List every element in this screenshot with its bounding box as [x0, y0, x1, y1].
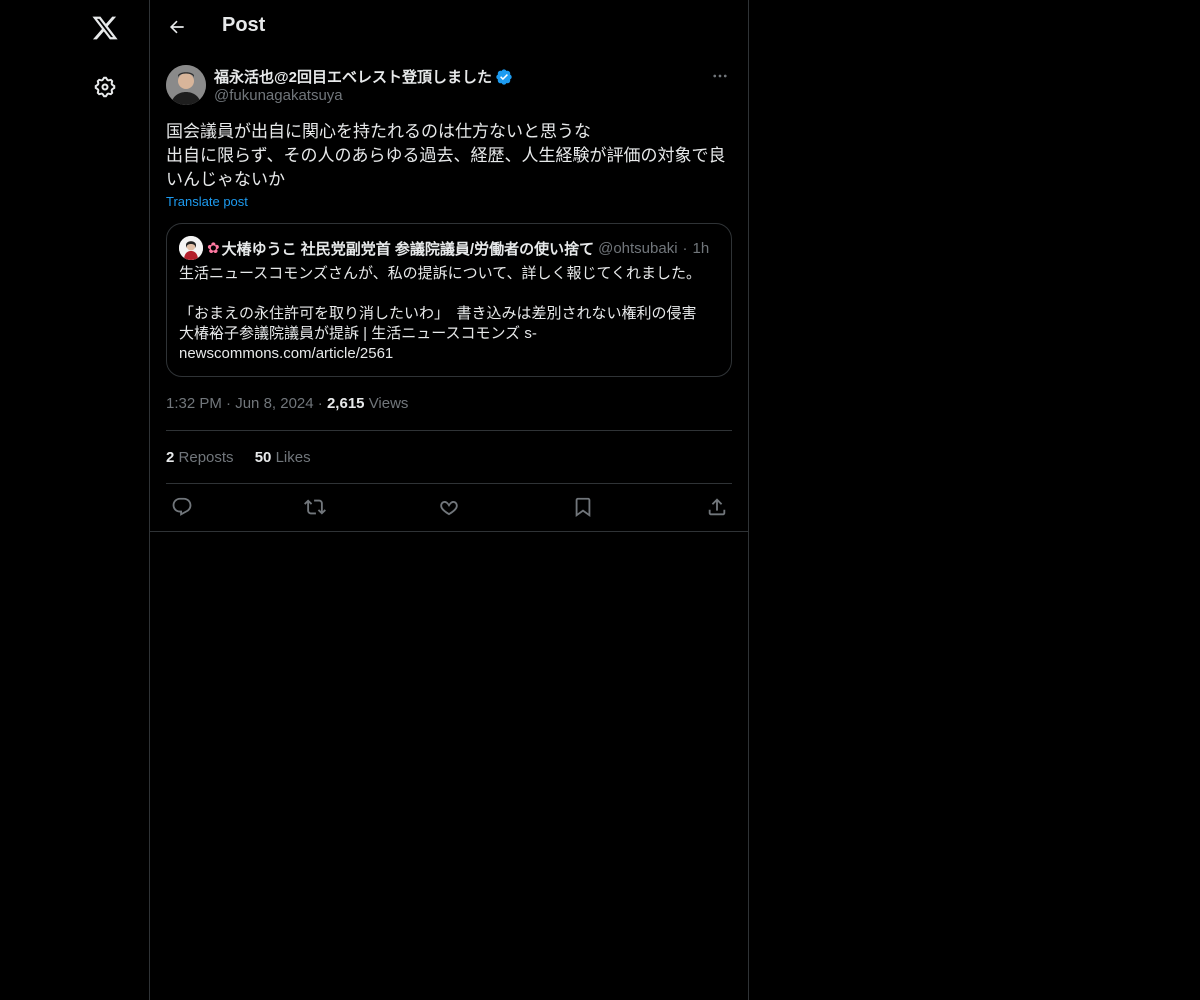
arrow-left-icon[interactable] — [162, 12, 192, 42]
reposts-count: 2 — [166, 449, 175, 466]
page-title: Post — [222, 14, 266, 36]
verified-badge-icon[interactable] — [495, 68, 513, 86]
post-meta: 1:32 PM · Jun 8, 2024 · 2,615 Views — [166, 395, 408, 412]
separator-dot: · — [226, 395, 236, 412]
quoted-avatar[interactable] — [179, 236, 203, 260]
more-horizontal-icon[interactable] — [708, 65, 732, 87]
views-label: Views — [368, 395, 409, 412]
divider — [166, 483, 732, 484]
reposts-stat[interactable]: 2 Reposts — [166, 449, 238, 466]
quoted-post-time: 1h — [692, 239, 710, 257]
quoted-author-handle: @ohtsubaki — [598, 239, 678, 257]
post-text: 国会議員が出自に関心を持たれるのは仕方ないと思うな 出自に限らず、その人のあらゆ… — [166, 122, 726, 189]
gear-icon[interactable] — [80, 62, 130, 112]
reposts-label: Reposts — [178, 449, 234, 466]
post-time[interactable]: 1:32 PM — [166, 395, 222, 412]
bookmark-icon[interactable] — [567, 495, 599, 519]
likes-stat[interactable]: 50 Likes — [255, 449, 311, 466]
avatar[interactable] — [166, 65, 206, 105]
post: 福永活也@2回目エベレスト登頂しました @fukunagakatsuya 国会議… — [166, 65, 732, 518]
x-logo-icon[interactable] — [80, 3, 130, 53]
separator-dot: · — [682, 239, 688, 257]
main-column: Post 福永活也@2回目エベレスト登頂しました @fukunagakatsuy… — [150, 0, 749, 1000]
likes-label: Likes — [275, 449, 311, 466]
author-name[interactable]: 福永活也@2回目エベレスト登頂しました — [214, 66, 492, 87]
left-nav — [0, 0, 150, 1000]
heart-icon[interactable] — [433, 495, 465, 519]
likes-count: 50 — [254, 449, 272, 466]
post-stats: 2 Reposts 50 Likes — [166, 449, 328, 466]
translate-post-link[interactable]: Translate post — [166, 194, 248, 209]
share-icon[interactable] — [701, 495, 733, 519]
post-actions — [166, 495, 732, 519]
reply-icon[interactable] — [166, 495, 198, 519]
quoted-post[interactable]: ✿ 大椿ゆうこ 社民党副党首 参議院議員/労働者の使い捨て @ohtsubaki… — [166, 223, 732, 377]
separator-dot: · — [317, 395, 327, 412]
views-count: 2,615 — [326, 395, 365, 412]
divider — [150, 531, 748, 532]
author-handle[interactable]: @fukunagakatsuya — [214, 87, 343, 104]
quoted-post-header: ✿ 大椿ゆうこ 社民党副党首 参議院議員/労働者の使い捨て @ohtsubaki… — [179, 236, 709, 260]
post-author-row: 福永活也@2回目エベレスト登頂しました @fukunagakatsuya — [166, 65, 732, 107]
app: Post 福永活也@2回目エベレスト登頂しました @fukunagakatsuy… — [0, 0, 1200, 1000]
repost-icon[interactable] — [299, 495, 331, 519]
post-header: Post — [150, 0, 748, 53]
flower-icon: ✿ — [207, 240, 220, 257]
quoted-post-text: 生活ニュースコモンズさんが、私の提訴について、詳しく報じてくれました。 「おまえ… — [179, 265, 702, 362]
author-name-wrap: 福永活也@2回目エベレスト登頂しました — [214, 66, 513, 87]
quoted-author-name: 大椿ゆうこ 社民党副党首 参議院議員/労働者の使い捨て — [221, 240, 595, 258]
post-date[interactable]: Jun 8, 2024 — [235, 395, 313, 412]
divider — [166, 430, 732, 431]
